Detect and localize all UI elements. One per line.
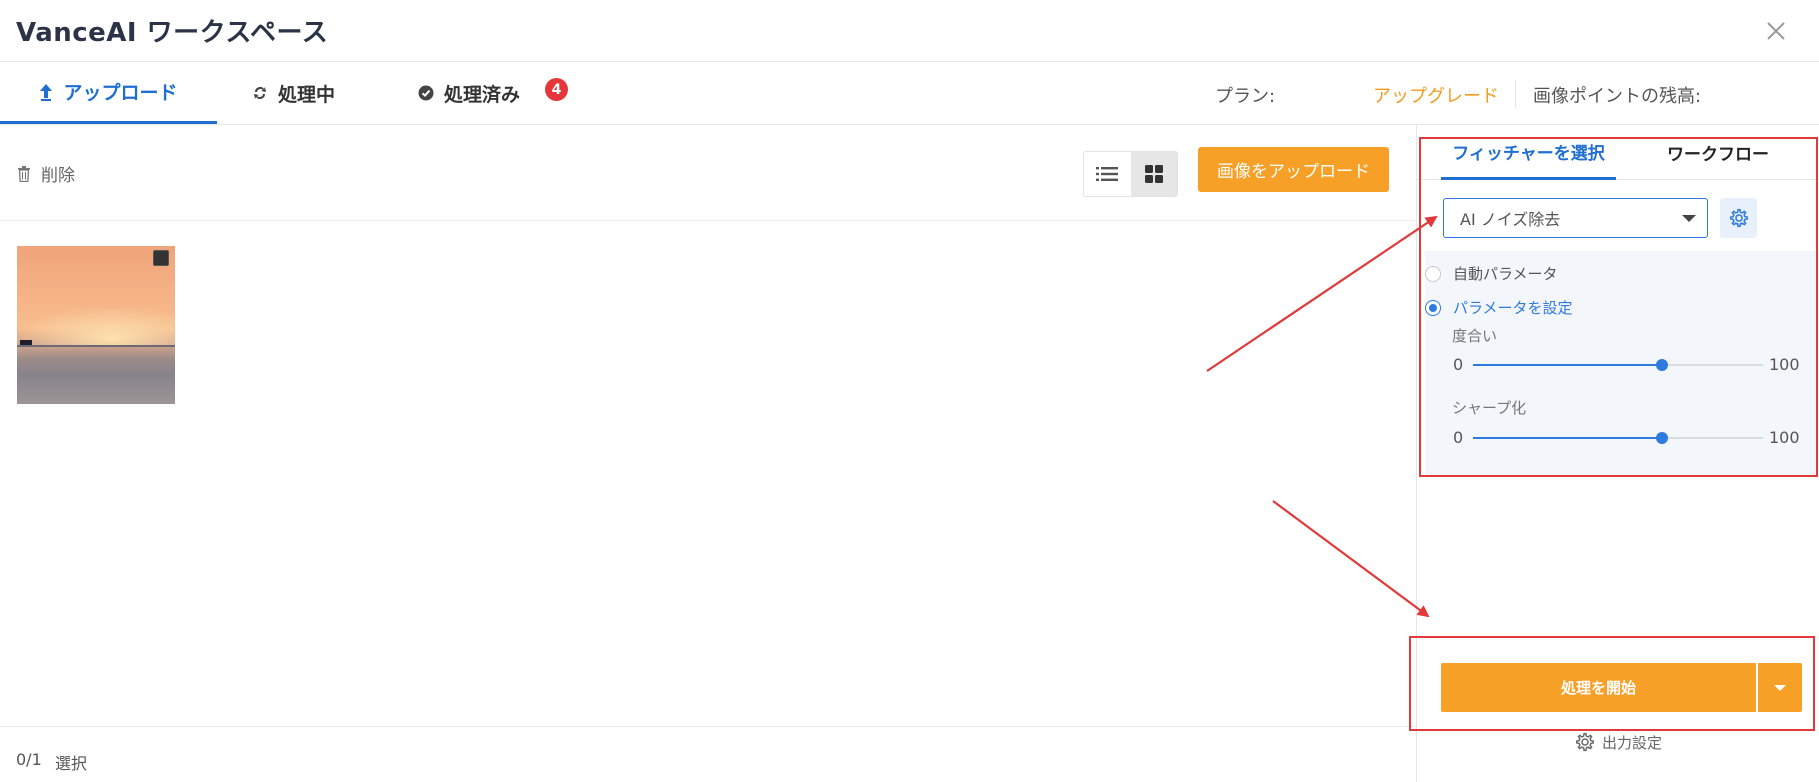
gear-icon bbox=[1576, 732, 1594, 752]
upgrade-link[interactable]: アップグレード bbox=[1373, 82, 1499, 108]
tab-select-feature[interactable]: フィッチャーを選択 bbox=[1441, 125, 1616, 180]
custom-params-option[interactable]: パラメータを設定 bbox=[1425, 297, 1573, 318]
image-toolbar: 削除 画像をアップロード bbox=[0, 125, 1416, 221]
strength-min: 0 bbox=[1453, 355, 1464, 374]
title-bar: VanceAI ワークスペース bbox=[0, 0, 1819, 62]
plan-label: プラン: bbox=[1215, 86, 1276, 107]
upload-arrow-icon bbox=[39, 83, 53, 101]
auto-params-label: 自動パラメータ bbox=[1453, 265, 1558, 283]
app-title: VanceAI ワークスペース bbox=[16, 18, 329, 48]
gear-icon bbox=[1729, 208, 1748, 228]
sharpen-min: 0 bbox=[1453, 428, 1464, 447]
feature-panel: フィッチャーを選択 ワークフロー AI ノイズ除去 自動パラメータ パラメータを… bbox=[1416, 125, 1819, 782]
points-balance-label: 画像ポイントの残高: bbox=[1533, 86, 1702, 107]
custom-params-radio[interactable] bbox=[1425, 299, 1441, 316]
delete-button[interactable]: 削除 bbox=[17, 161, 75, 186]
strength-max: 100 bbox=[1769, 355, 1800, 374]
divider bbox=[1515, 80, 1516, 108]
auto-params-radio[interactable] bbox=[1425, 265, 1441, 282]
tab-processed[interactable]: 処理済み bbox=[418, 62, 520, 124]
close-button[interactable] bbox=[1761, 16, 1791, 46]
selection-footer: 0/1 選択 bbox=[0, 726, 1416, 782]
panel-tabs: フィッチャーを選択 ワークフロー bbox=[1417, 125, 1819, 180]
sharpen-max: 100 bbox=[1769, 428, 1800, 447]
upload-image-button[interactable]: 画像をアップロード bbox=[1198, 147, 1389, 192]
check-circle-icon bbox=[418, 85, 434, 101]
tab-processed-label: 処理済み bbox=[444, 83, 521, 106]
selection-count: 0/1 bbox=[16, 750, 42, 769]
thumbnail-ship bbox=[20, 340, 32, 345]
output-settings-link[interactable]: 出力設定 bbox=[1574, 731, 1662, 753]
image-workspace: 削除 画像をアップロード 0/1 選択 bbox=[0, 125, 1416, 782]
tab-upload-label: アップロード bbox=[63, 82, 178, 104]
feature-settings-button[interactable] bbox=[1720, 198, 1757, 238]
strength-slider-fill bbox=[1473, 364, 1662, 366]
parameter-settings: 自動パラメータ パラメータを設定 度合い 0 100 シャープ化 0 100 bbox=[1425, 251, 1819, 476]
grid-view-button[interactable] bbox=[1130, 152, 1177, 196]
image-select-checkbox[interactable] bbox=[153, 250, 169, 266]
start-processing-button[interactable]: 処理を開始 bbox=[1441, 663, 1756, 712]
refresh-icon bbox=[252, 85, 268, 101]
feature-dropdown[interactable]: AI ノイズ除去 bbox=[1443, 198, 1708, 238]
custom-params-label: パラメータを設定 bbox=[1453, 299, 1573, 317]
image-thumbnail[interactable] bbox=[17, 246, 175, 404]
strength-slider-handle[interactable] bbox=[1655, 359, 1668, 371]
list-icon bbox=[1096, 167, 1119, 181]
sharpen-slider-fill bbox=[1473, 437, 1662, 439]
strength-label: 度合い bbox=[1452, 327, 1498, 345]
thumbnail-horizon bbox=[17, 345, 175, 347]
strength-slider[interactable] bbox=[1473, 359, 1763, 371]
close-icon bbox=[1767, 22, 1785, 40]
sharpen-slider[interactable] bbox=[1473, 432, 1763, 444]
tab-workflow[interactable]: ワークフロー bbox=[1667, 125, 1769, 180]
output-settings-label: 出力設定 bbox=[1602, 733, 1663, 752]
thumbnail-sky bbox=[17, 306, 175, 346]
sharpen-slider-handle[interactable] bbox=[1655, 432, 1668, 444]
processed-count-badge: 4 bbox=[545, 78, 568, 101]
delete-label: 削除 bbox=[41, 166, 75, 186]
view-toggle bbox=[1083, 151, 1178, 197]
tab-processing[interactable]: 処理中 bbox=[252, 62, 335, 124]
chevron-down-icon bbox=[1774, 684, 1786, 691]
auto-params-option[interactable]: 自動パラメータ bbox=[1425, 263, 1558, 284]
selection-label: 選択 bbox=[55, 754, 88, 773]
feature-dropdown-value: AI ノイズ除去 bbox=[1460, 210, 1561, 229]
tab-processing-label: 処理中 bbox=[278, 83, 336, 106]
grid-icon bbox=[1144, 165, 1163, 183]
tab-upload[interactable]: アップロード bbox=[0, 62, 217, 124]
start-options-dropdown[interactable] bbox=[1758, 663, 1802, 712]
list-view-button[interactable] bbox=[1084, 152, 1131, 196]
chevron-down-icon bbox=[1682, 215, 1696, 222]
trash-icon bbox=[18, 165, 30, 182]
sharpen-label: シャープ化 bbox=[1452, 399, 1527, 417]
